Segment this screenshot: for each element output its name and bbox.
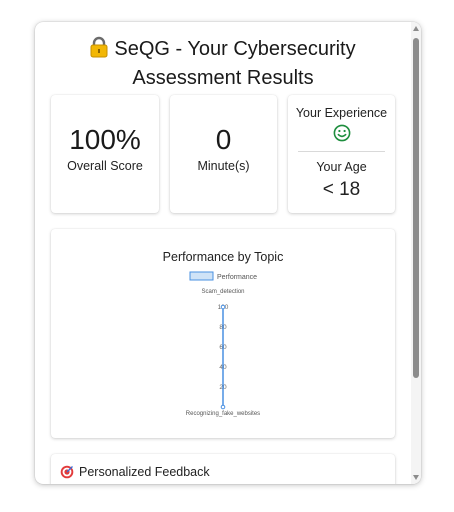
title-line-2: Assessment Results (132, 67, 314, 89)
profile-card: Your Experience Your Age < 18 (288, 95, 395, 213)
time-label: Minute(s) (197, 159, 250, 173)
score-value: 100% (69, 124, 141, 155)
experience-label: Your Experience (295, 106, 388, 120)
score-label: Overall Score (67, 159, 143, 173)
time-value: 0 (215, 124, 232, 155)
axis-label-top: Scam_detection (201, 289, 244, 295)
results-window: SeQG - Your Cybersecurity Assessment Res… (35, 22, 421, 484)
legend-label[interactable]: Performance (217, 274, 257, 281)
results-content: SeQG - Your Cybersecurity Assessment Res… (35, 22, 411, 484)
title-line-1: SeQG - Your Cybersecurity (114, 38, 356, 60)
scroll-down-arrow[interactable] (413, 475, 419, 480)
time-card: 0 Minute(s) (170, 95, 277, 213)
data-point-recognizing_fake_websites[interactable] (220, 404, 226, 410)
page-title: SeQG - Your Cybersecurity Assessment Res… (35, 36, 411, 91)
target-icon (60, 465, 74, 484)
radar-chart: Performance Scam_detection Recognizing_f… (186, 271, 260, 417)
chart-card: Performance by Topic Performance Scam_de… (51, 229, 395, 438)
profile-divider (298, 151, 385, 152)
scrollbar[interactable] (411, 22, 421, 484)
age-label: Your Age (316, 160, 367, 174)
scroll-thumb[interactable] (413, 38, 419, 378)
score-card: 100% Overall Score (51, 95, 159, 213)
feedback-label: Personalized Feedback (79, 465, 210, 479)
data-point-scam_detection[interactable] (220, 304, 226, 310)
lock-icon (90, 36, 108, 65)
axis-label-bottom: Recognizing_fake_websites (186, 411, 260, 417)
smiley-icon (333, 124, 351, 147)
legend-swatch[interactable] (189, 271, 214, 281)
scroll-up-arrow[interactable] (413, 26, 419, 31)
age-value: < 18 (322, 179, 361, 200)
feedback-card: Personalized Feedback (51, 454, 395, 484)
